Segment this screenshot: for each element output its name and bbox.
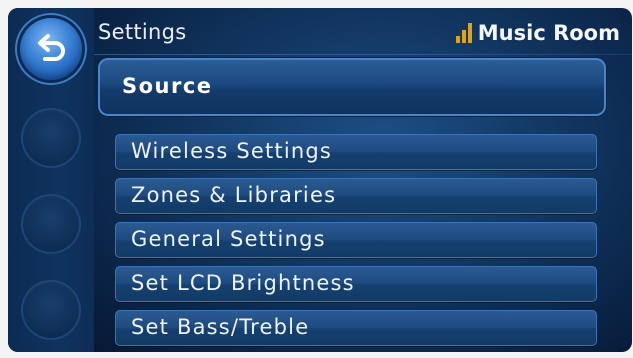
- menu-item-lcd-brightness[interactable]: Set LCD Brightness: [115, 266, 597, 302]
- signal-strength-icon: [455, 23, 472, 43]
- room-indicator: Music Room: [455, 20, 620, 46]
- page-title: Settings: [98, 20, 187, 44]
- header-divider: [94, 54, 632, 55]
- menu-item-label: Set Bass/Treble: [131, 315, 310, 339]
- menu-item-label: Zones & Libraries: [131, 183, 337, 207]
- signal-bar: [455, 36, 460, 43]
- menu-item-zones-libraries[interactable]: Zones & Libraries: [115, 178, 597, 214]
- source-label: Source: [122, 74, 213, 98]
- left-rail: [8, 8, 94, 352]
- menu-item-label: Wireless Settings: [131, 139, 333, 163]
- menu-item-bass-treble[interactable]: Set Bass/Treble: [115, 310, 597, 346]
- menu-item-wireless-settings[interactable]: Wireless Settings: [115, 134, 597, 170]
- menu-item-label: Set LCD Brightness: [131, 271, 355, 295]
- back-arrow-icon: [38, 34, 65, 61]
- source-button[interactable]: Source: [98, 58, 606, 116]
- signal-bar: [461, 30, 466, 43]
- header: Settings Music Room: [94, 8, 632, 52]
- back-button[interactable]: [20, 18, 82, 80]
- side-button-3[interactable]: [21, 194, 81, 254]
- signal-bar: [467, 23, 472, 43]
- room-name: Music Room: [477, 21, 620, 45]
- side-button-2[interactable]: [21, 108, 81, 168]
- side-button-4[interactable]: [21, 280, 81, 340]
- menu-item-general-settings[interactable]: General Settings: [115, 222, 597, 258]
- menu-item-label: General Settings: [131, 227, 326, 251]
